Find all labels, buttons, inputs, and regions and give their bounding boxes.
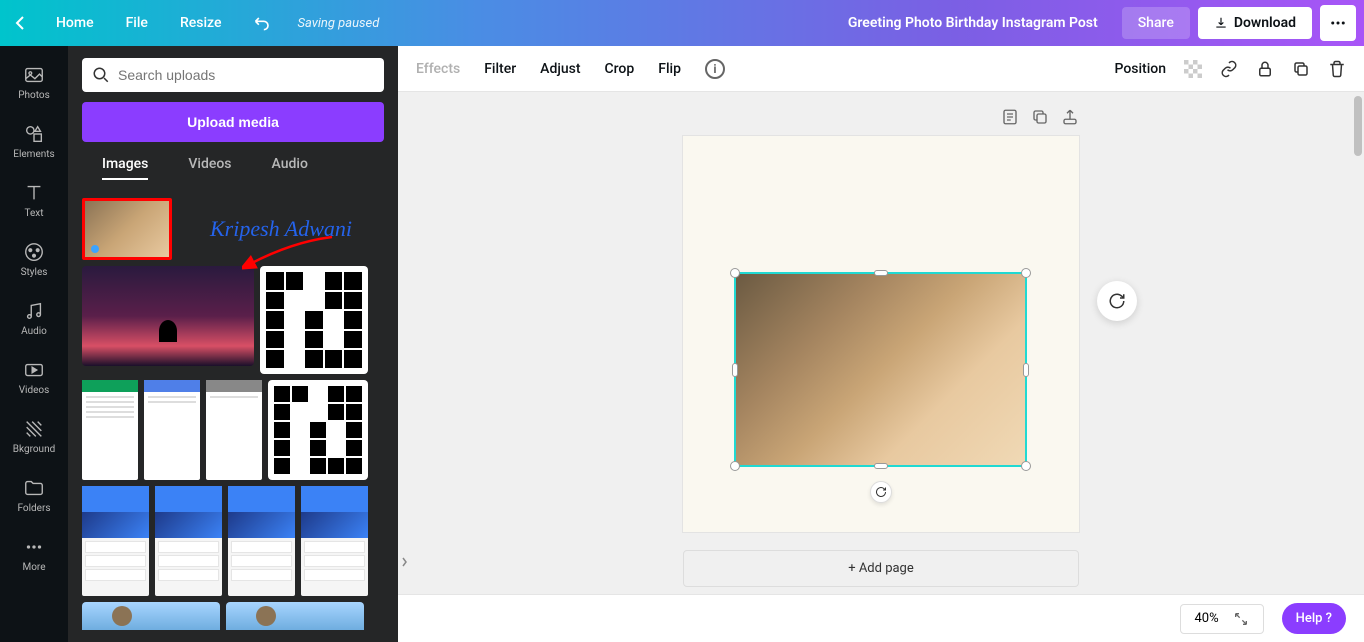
floating-action-button[interactable] <box>1097 281 1137 321</box>
file-button[interactable]: File <box>118 11 156 35</box>
resize-handle-t[interactable] <box>874 270 888 276</box>
resize-handle-tl[interactable] <box>730 268 740 278</box>
top-header: Home File Resize Saving paused Greeting … <box>0 0 1364 46</box>
adjust-button[interactable]: Adjust <box>540 61 580 77</box>
search-input[interactable] <box>118 67 374 83</box>
flip-button[interactable]: Flip <box>658 61 681 77</box>
tab-images[interactable]: Images <box>102 156 148 180</box>
canvas-area: Effects Filter Adjust Crop Flip i Positi… <box>398 46 1364 642</box>
duplicate-icon[interactable] <box>1292 60 1310 78</box>
page-action-icons <box>683 108 1079 126</box>
tab-audio[interactable]: Audio <box>272 156 308 180</box>
sidebar-item-photos[interactable]: Photos <box>0 54 68 113</box>
upload-tabs: Images Videos Audio <box>82 156 384 188</box>
styles-icon <box>23 241 45 263</box>
uploads-panel: Upload media Images Videos Audio Kripesh… <box>68 46 398 642</box>
info-icon[interactable]: i <box>705 59 725 79</box>
media-thumbnail[interactable] <box>155 486 222 596</box>
search-input-wrapper[interactable] <box>82 58 384 92</box>
media-thumbnail[interactable] <box>301 486 368 596</box>
refresh-icon <box>1108 292 1126 310</box>
share-button[interactable]: Share <box>1122 7 1190 39</box>
add-page-button[interactable]: + Add page <box>683 550 1079 587</box>
search-icon <box>92 66 110 84</box>
context-toolbar: Effects Filter Adjust Crop Flip i Positi… <box>398 46 1364 92</box>
sidebar-item-videos[interactable]: Videos <box>0 349 68 408</box>
filter-button[interactable]: Filter <box>484 61 516 77</box>
media-thumbnail-qr[interactable] <box>268 380 368 480</box>
media-thumbnail[interactable] <box>82 602 220 630</box>
undo-icon[interactable] <box>253 13 273 33</box>
media-thumbnail[interactable] <box>228 486 295 596</box>
media-thumbnail[interactable] <box>82 380 138 480</box>
zoom-control[interactable]: 40% <box>1180 604 1264 634</box>
sidebar-item-folders[interactable]: Folders <box>0 467 68 526</box>
background-icon <box>23 418 45 440</box>
resize-handle-r[interactable] <box>1023 363 1029 377</box>
lock-icon[interactable] <box>1256 60 1274 78</box>
media-grid: Kripesh Adwani <box>82 198 384 630</box>
resize-button[interactable]: Resize <box>172 11 230 35</box>
text-icon <box>23 182 45 204</box>
media-thumbnail[interactable] <box>82 486 149 596</box>
media-thumbnail[interactable] <box>206 380 262 480</box>
sidebar-item-audio[interactable]: Audio <box>0 290 68 349</box>
bottom-bar: 40% Help ? <box>398 594 1364 642</box>
saving-status: Saving paused <box>297 16 379 31</box>
help-button[interactable]: Help ? <box>1282 603 1346 634</box>
selected-canvas-image[interactable] <box>734 272 1027 467</box>
media-thumbnail[interactable] <box>82 266 254 366</box>
home-button[interactable]: Home <box>48 11 102 35</box>
transparency-icon[interactable] <box>1184 60 1202 78</box>
audio-icon <box>23 300 45 322</box>
document-title[interactable]: Greeting Photo Birthday Instagram Post <box>848 15 1098 31</box>
folders-icon <box>23 477 45 499</box>
signature-thumbnail[interactable]: Kripesh Adwani <box>178 198 384 260</box>
left-sidebar: Photos Elements Text Styles Audio Videos… <box>0 46 68 642</box>
fullscreen-icon <box>1233 611 1249 627</box>
sidebar-item-background[interactable]: Bkground <box>0 408 68 467</box>
page-notes-icon[interactable] <box>1001 108 1019 126</box>
back-icon[interactable] <box>8 11 32 35</box>
page-share-icon[interactable] <box>1061 108 1079 126</box>
more-icon <box>23 536 45 558</box>
position-button[interactable]: Position <box>1114 61 1166 77</box>
media-thumbnail[interactable] <box>226 602 364 630</box>
zoom-value: 40% <box>1195 611 1219 626</box>
canvas-expand-handle[interactable] <box>400 532 412 592</box>
media-thumbnail-selected[interactable] <box>82 198 172 260</box>
sidebar-item-styles[interactable]: Styles <box>0 231 68 290</box>
effects-button[interactable]: Effects <box>416 61 460 77</box>
resize-handle-l[interactable] <box>732 363 738 377</box>
delete-icon[interactable] <box>1328 60 1346 78</box>
canvas-page[interactable] <box>683 136 1079 532</box>
photos-icon <box>23 64 45 86</box>
resize-handle-br[interactable] <box>1021 461 1031 471</box>
media-thumbnail-qr[interactable] <box>260 266 368 374</box>
sidebar-item-more[interactable]: More <box>0 526 68 585</box>
header-right-group: Greeting Photo Birthday Instagram Post S… <box>848 5 1356 41</box>
sidebar-item-text[interactable]: Text <box>0 172 68 231</box>
resize-handle-b[interactable] <box>874 463 888 469</box>
elements-icon <box>23 123 45 145</box>
vertical-scrollbar[interactable] <box>1352 92 1364 594</box>
videos-icon <box>23 359 45 381</box>
main-layout: Photos Elements Text Styles Audio Videos… <box>0 46 1364 642</box>
media-thumbnail[interactable] <box>144 380 200 480</box>
link-icon[interactable] <box>1220 60 1238 78</box>
rotate-handle[interactable] <box>870 481 892 503</box>
header-left-group: Home File Resize Saving paused <box>8 11 379 35</box>
sidebar-item-elements[interactable]: Elements <box>0 113 68 172</box>
download-button[interactable]: Download <box>1198 7 1312 39</box>
tab-videos[interactable]: Videos <box>188 156 231 180</box>
more-options-button[interactable] <box>1320 5 1356 41</box>
rotate-icon <box>875 486 887 498</box>
upload-media-button[interactable]: Upload media <box>82 102 384 142</box>
resize-handle-tr[interactable] <box>1021 268 1031 278</box>
page-duplicate-icon[interactable] <box>1031 108 1049 126</box>
resize-handle-bl[interactable] <box>730 461 740 471</box>
crop-button[interactable]: Crop <box>605 61 635 77</box>
canvas-wrapper[interactable]: + Add page <box>398 92 1364 594</box>
